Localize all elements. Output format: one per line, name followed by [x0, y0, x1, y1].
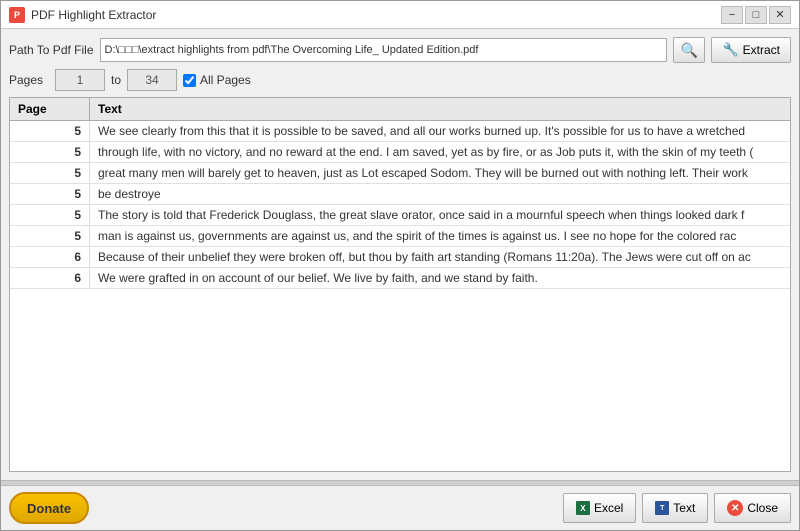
search-icon: 🔍 [681, 42, 698, 59]
excel-icon: X [576, 501, 590, 515]
page-to-input[interactable] [127, 69, 177, 91]
maximize-button[interactable]: □ [745, 6, 767, 24]
all-pages-checkbox[interactable] [183, 74, 196, 87]
cell-text: We were grafted in on account of our bel… [90, 268, 790, 288]
donate-button[interactable]: Donate [9, 492, 89, 524]
path-row: Path To Pdf File 🔍 🔧 Extract [9, 37, 791, 63]
title-bar: P PDF Highlight Extractor − □ ✕ [1, 1, 799, 29]
cell-text: great many men will barely get to heaven… [90, 163, 790, 183]
extract-icon: 🔧 [722, 42, 738, 58]
cell-page: 5 [10, 184, 90, 204]
main-content: Path To Pdf File 🔍 🔧 Extract Pages to Al… [1, 29, 799, 480]
table-row[interactable]: 5 be destroye [10, 184, 790, 205]
table-row[interactable]: 6 Because of their unbelief they were br… [10, 247, 790, 268]
window-title: PDF Highlight Extractor [31, 8, 156, 22]
to-label: to [111, 73, 121, 87]
cell-text: The story is told that Frederick Douglas… [90, 205, 790, 225]
cell-page: 6 [10, 247, 90, 267]
bottom-bar: Donate X Excel T Text ✕ Close [1, 486, 799, 530]
table-row[interactable]: 5 man is against us, governments are aga… [10, 226, 790, 247]
cell-page: 5 [10, 226, 90, 246]
col-header-text: Text [90, 98, 790, 120]
cell-text: We see clearly from this that it is poss… [90, 121, 790, 141]
table-row[interactable]: 5 We see clearly from this that it is po… [10, 121, 790, 142]
bottom-right-buttons: X Excel T Text ✕ Close [563, 493, 791, 523]
text-icon: T [655, 501, 669, 515]
cell-page: 5 [10, 163, 90, 183]
app-icon: P [9, 7, 25, 23]
table-row[interactable]: 5 through life, with no victory, and no … [10, 142, 790, 163]
path-label: Path To Pdf File [9, 43, 94, 57]
cell-text: Because of their unbelief they were brok… [90, 247, 790, 267]
text-button[interactable]: T Text [642, 493, 708, 523]
page-from-input[interactable] [55, 69, 105, 91]
browse-button[interactable]: 🔍 [673, 37, 705, 63]
excel-button[interactable]: X Excel [563, 493, 636, 523]
highlights-table: Page Text 5 We see clearly from this tha… [9, 97, 791, 472]
table-row[interactable]: 5 great many men will barely get to heav… [10, 163, 790, 184]
close-button[interactable]: ✕ Close [714, 493, 791, 523]
cell-page: 5 [10, 142, 90, 162]
main-window: P PDF Highlight Extractor − □ ✕ Path To … [0, 0, 800, 531]
pages-label: Pages [9, 73, 49, 87]
table-body: 5 We see clearly from this that it is po… [10, 121, 790, 471]
table-row[interactable]: 6 We were grafted in on account of our b… [10, 268, 790, 289]
all-pages-label[interactable]: All Pages [183, 73, 251, 87]
close-icon: ✕ [727, 500, 743, 516]
cell-text: through life, with no victory, and no re… [90, 142, 790, 162]
pages-row: Pages to All Pages [9, 69, 791, 91]
extract-button[interactable]: 🔧 Extract [711, 37, 791, 63]
cell-text: be destroye [90, 184, 790, 204]
minimize-button[interactable]: − [721, 6, 743, 24]
window-controls: − □ ✕ [721, 6, 791, 24]
cell-page: 6 [10, 268, 90, 288]
cell-page: 5 [10, 205, 90, 225]
col-header-page: Page [10, 98, 90, 120]
cell-text: man is against us, governments are again… [90, 226, 790, 246]
window-close-button[interactable]: ✕ [769, 6, 791, 24]
cell-page: 5 [10, 121, 90, 141]
table-row[interactable]: 5 The story is told that Frederick Dougl… [10, 205, 790, 226]
path-input[interactable] [100, 38, 668, 62]
table-header: Page Text [10, 98, 790, 121]
title-bar-left: P PDF Highlight Extractor [9, 7, 156, 23]
